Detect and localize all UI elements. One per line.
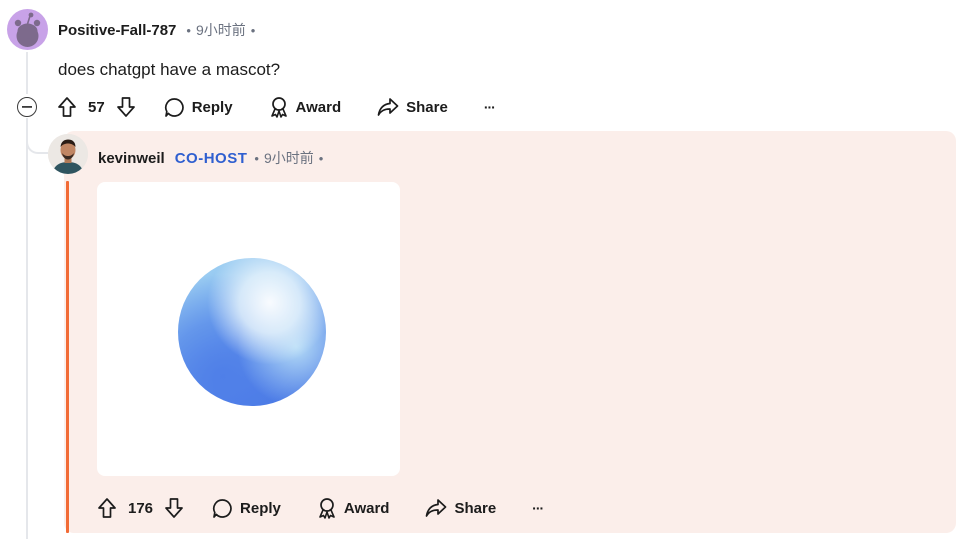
reply-label: Reply [240, 499, 281, 517]
mascot-orb-image [178, 258, 326, 406]
reply-label: Reply [191, 98, 233, 116]
comment-action-bar: 57 Reply Award Share ··· [57, 96, 496, 118]
share-button[interactable]: Share [425, 498, 496, 518]
share-label: Share [454, 499, 497, 517]
collapse-button[interactable] [17, 97, 37, 117]
downvote-icon [116, 97, 135, 117]
vote-count: 176 [128, 499, 154, 517]
user-avatar[interactable] [7, 9, 48, 50]
more-icon: ··· [532, 500, 544, 516]
thread-line [26, 52, 28, 94]
upvote-button[interactable] [57, 96, 77, 118]
award-icon [319, 498, 335, 519]
separator-dot: • [186, 22, 191, 38]
reply-avatar[interactable] [48, 134, 88, 174]
reply-meta: kevinweil CO-HOST • 9小时前 • [98, 148, 328, 168]
more-icon: ··· [483, 99, 496, 115]
highlight-rail [66, 181, 69, 533]
award-label: Award [295, 98, 342, 116]
thread-connector [26, 118, 48, 154]
thread-line [26, 120, 28, 539]
separator-dot: • [254, 150, 259, 166]
cohost-badge: CO-HOST [174, 149, 248, 167]
downvote-icon [165, 498, 183, 518]
share-icon [377, 98, 399, 116]
separator-dot: • [250, 22, 256, 38]
more-options-button[interactable]: ··· [532, 500, 544, 516]
share-icon [426, 499, 447, 517]
downvote-button[interactable] [116, 96, 136, 118]
reply-icon [164, 97, 184, 117]
award-button[interactable]: Award [269, 96, 342, 118]
collapse-icon [22, 106, 32, 108]
comment-timestamp[interactable]: 9小时前 [196, 20, 246, 40]
reply-button[interactable]: Reply [164, 97, 233, 118]
upvote-icon [98, 498, 116, 518]
comment-body: does chatgpt have a mascot? [58, 60, 281, 79]
downvote-button[interactable] [164, 497, 184, 519]
snoo-avatar-icon [14, 12, 41, 47]
reply-button[interactable]: Reply [212, 498, 281, 519]
reply-timestamp[interactable]: 9小时前 [264, 148, 314, 168]
share-label: Share [406, 98, 448, 116]
share-button[interactable]: Share [377, 97, 448, 117]
award-button[interactable]: Award [317, 497, 390, 519]
reply-action-bar: 176 Reply Award Share ··· [97, 497, 544, 519]
comment-meta: Positive-Fall-787 • 9小时前 • [58, 20, 260, 40]
vote-count: 57 [88, 98, 105, 116]
award-label: Award [343, 499, 390, 517]
upvote-icon [58, 97, 76, 117]
separator-dot: • [318, 150, 324, 166]
award-icon [270, 97, 287, 118]
more-options-button[interactable]: ··· [483, 99, 496, 115]
comment-username[interactable]: Positive-Fall-787 [58, 22, 176, 39]
reply-username[interactable]: kevinweil [98, 150, 165, 167]
upvote-button[interactable] [97, 497, 117, 519]
reply-icon [212, 498, 232, 518]
person-avatar-icon [48, 134, 88, 174]
